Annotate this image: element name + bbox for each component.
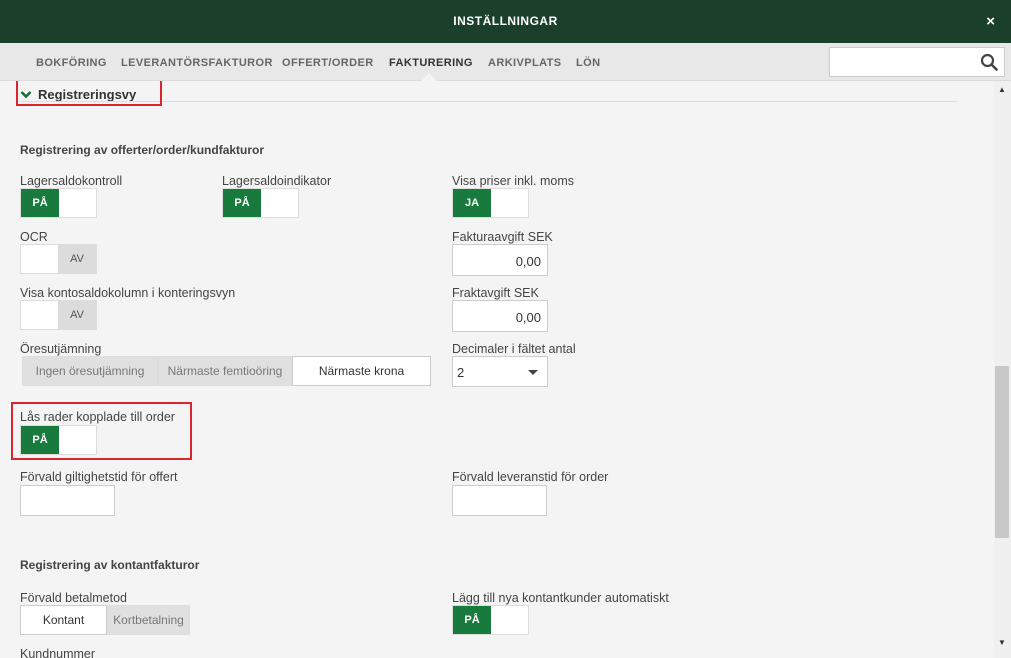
label-kontosaldo: Visa kontosaldokolumn i konteringsvyn xyxy=(20,286,236,300)
tab-bokforing[interactable]: BOKFÖRING xyxy=(36,57,107,69)
giltighetstid-input[interactable] xyxy=(20,485,115,516)
scroll-down-icon[interactable]: ▼ xyxy=(998,638,1006,647)
active-tab-indicator xyxy=(421,73,437,81)
tab-fakturering[interactable]: FAKTURERING xyxy=(389,57,473,69)
toggle-kontosaldo[interactable]: AV xyxy=(20,300,97,330)
option-kontant[interactable]: Kontant xyxy=(20,605,107,635)
search-box[interactable] xyxy=(829,47,1005,77)
label-las-rader: Lås rader kopplade till order xyxy=(20,410,175,424)
toggle-lagersaldoindikator[interactable]: PÅ xyxy=(222,188,299,218)
toggle-lagersaldokontroll[interactable]: PÅ xyxy=(20,188,97,218)
label-betalmetod: Förvald betalmetod xyxy=(20,591,128,605)
chevron-down-icon xyxy=(528,370,538,375)
window-title: INSTÄLLNINGAR xyxy=(453,14,558,28)
toggle-las-rader[interactable]: PÅ xyxy=(20,425,97,455)
fraktavgift-input[interactable]: 0,00 xyxy=(452,300,548,332)
toggle-state: PÅ xyxy=(453,606,491,634)
option-ingen-oresutjamning[interactable]: Ingen öresutjämning xyxy=(22,356,158,386)
label-giltighetstid: Förvald giltighetstid för offert xyxy=(20,470,178,484)
segmented-betalmetod: Kontant Kortbetalning xyxy=(20,605,190,635)
toggle-state: AV xyxy=(58,301,96,329)
search-input[interactable] xyxy=(834,49,974,75)
scrollbar[interactable]: ▲ ▼ xyxy=(994,81,1011,658)
label-oresutjamning: Öresutjämning xyxy=(20,342,102,356)
label-decimaler: Decimaler i fältet antal xyxy=(452,342,576,356)
decimaler-select[interactable]: 2 xyxy=(452,356,548,387)
label-ocr: OCR xyxy=(20,230,48,244)
highlight-box-section xyxy=(16,81,162,106)
toggle-state: JA xyxy=(453,189,491,217)
label-fraktavgift: Fraktavgift SEK xyxy=(452,286,539,300)
label-nya-kunder: Lägg till nya kontantkunder automatiskt xyxy=(452,591,669,605)
toggle-nya-kunder[interactable]: PÅ xyxy=(452,605,529,635)
group-title-kontantfakturor: Registrering av kontantfakturor xyxy=(20,558,200,572)
toggle-visa-priser[interactable]: JA xyxy=(452,188,529,218)
leveranstid-input[interactable] xyxy=(452,485,547,516)
toggle-state: PÅ xyxy=(223,189,261,217)
scrollbar-thumb[interactable] xyxy=(995,366,1009,538)
label-fakturaavgift: Fakturaavgift SEK xyxy=(452,230,553,244)
group-title-offerter: Registrering av offerter/order/kundfaktu… xyxy=(20,143,265,157)
toggle-state: PÅ xyxy=(21,426,59,454)
tab-arkivplats[interactable]: ARKIVPLATS xyxy=(488,57,561,69)
label-lagersaldokontroll: Lagersaldokontroll xyxy=(20,174,123,188)
label-lagersaldoindikator: Lagersaldoindikator xyxy=(222,174,332,188)
segmented-oresutjamning: Ingen öresutjämning Närmaste femtioöring… xyxy=(22,356,431,386)
option-narmaste-krona[interactable]: Närmaste krona xyxy=(292,356,431,386)
toggle-state: PÅ xyxy=(21,189,59,217)
decimaler-value: 2 xyxy=(457,365,465,380)
label-visa-priser: Visa priser inkl. moms xyxy=(452,174,575,188)
settings-content: Registreringsvy Registrering av offerter… xyxy=(0,81,994,658)
option-narmaste-femtiooring[interactable]: Närmaste femtioöring xyxy=(158,356,292,386)
label-kundnummer: Kundnummer xyxy=(20,647,96,658)
toggle-state: AV xyxy=(58,245,96,273)
title-bar: INSTÄLLNINGAR × xyxy=(0,0,1011,43)
close-icon[interactable]: × xyxy=(986,13,995,30)
tab-leverantorsfakturor[interactable]: LEVERANTÖRSFAKTUROR xyxy=(121,57,273,69)
search-icon[interactable] xyxy=(980,53,998,71)
toggle-ocr[interactable]: AV xyxy=(20,244,97,274)
label-leveranstid: Förvald leveranstid för order xyxy=(452,470,609,484)
tab-lon[interactable]: LÖN xyxy=(576,57,600,69)
scroll-up-icon[interactable]: ▲ xyxy=(998,85,1006,94)
fakturaavgift-input[interactable]: 0,00 xyxy=(452,244,548,276)
option-kortbetalning[interactable]: Kortbetalning xyxy=(107,605,190,635)
tab-offert-order[interactable]: OFFERT/ORDER xyxy=(282,57,374,69)
